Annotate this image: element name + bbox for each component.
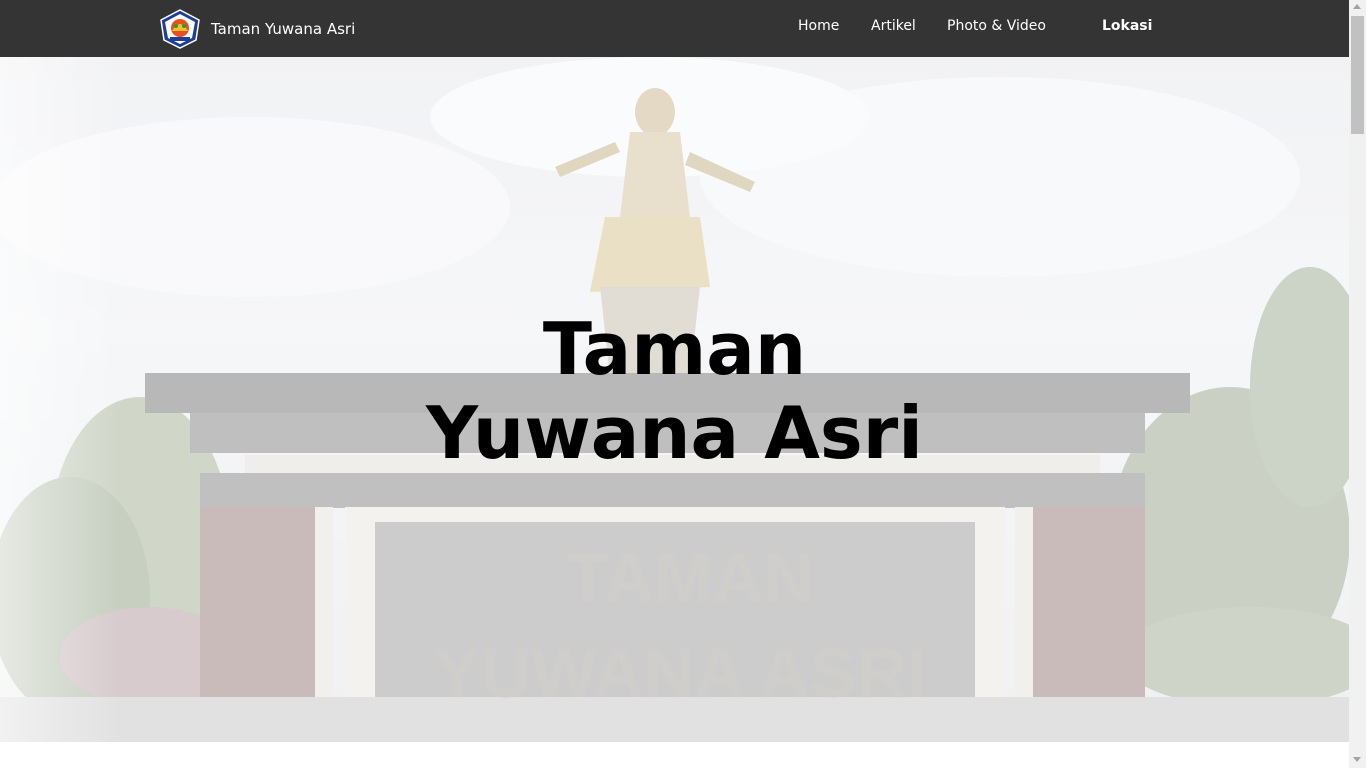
- scroll-down-arrow-icon[interactable]: [1353, 757, 1361, 762]
- vertical-scrollbar[interactable]: [1349, 0, 1366, 768]
- regional-emblem-icon: [160, 9, 200, 49]
- hero-title-line2: Yuwana Asri: [426, 391, 923, 475]
- sign-text-line1: TAMAN: [566, 539, 814, 617]
- hero-title: Taman Yuwana Asri: [0, 307, 1349, 475]
- nav-home-link[interactable]: Home: [798, 18, 839, 34]
- scroll-thumb[interactable]: [1351, 16, 1364, 134]
- scroll-up-arrow-icon[interactable]: [1353, 4, 1361, 9]
- brand-title: Taman Yuwana Asri: [211, 20, 356, 38]
- brand[interactable]: Taman Yuwana Asri: [159, 9, 355, 49]
- hero-title-line1: Taman: [542, 307, 807, 391]
- nav-artikel-link[interactable]: Artikel: [871, 18, 916, 34]
- top-navbar: Taman Yuwana Asri Home Artikel Photo & V…: [0, 0, 1349, 57]
- hero-section: TAMAN YUWANA ASRI Taman Yuwana Asri: [0, 57, 1349, 742]
- nav-photo-video-link[interactable]: Photo & Video: [947, 18, 1046, 34]
- nav-lokasi-link[interactable]: Lokasi: [1102, 18, 1152, 34]
- sign-text-line2: YUWANA ASRI: [434, 634, 927, 712]
